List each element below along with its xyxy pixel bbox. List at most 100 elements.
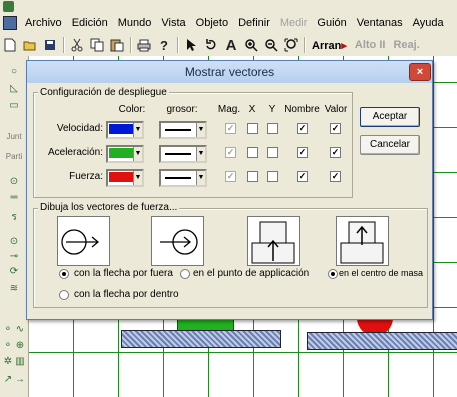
application-point-preview[interactable] bbox=[247, 216, 300, 266]
print-icon[interactable] bbox=[136, 37, 152, 53]
actuator-icon[interactable]: ≋ bbox=[4, 283, 24, 294]
gear-icon[interactable]: ✲ bbox=[2, 356, 14, 367]
blue-slab-body[interactable] bbox=[121, 330, 281, 348]
menu-vista[interactable]: Vista bbox=[156, 17, 190, 29]
zoom-out-icon[interactable] bbox=[263, 37, 279, 53]
tool-palette: ○ ◺ ▭ Junt Parti ⊙ ═ ร ⊙ ⊸ ⟳ ≋ ⚬ ∿ ⚬ ⊕ ✲… bbox=[0, 56, 29, 397]
polygon-tool-icon[interactable]: ◺ bbox=[4, 83, 24, 94]
pulley-icon[interactable]: ⚬ bbox=[2, 340, 14, 351]
cut-icon[interactable] bbox=[69, 37, 85, 53]
acceleration-value-checkbox[interactable]: ✓ bbox=[330, 147, 341, 158]
arrow-outside-preview[interactable] bbox=[57, 216, 110, 266]
gear-link-icon[interactable]: ⊕ bbox=[14, 340, 26, 351]
velocity-mag-checkbox: ✓ bbox=[225, 123, 236, 134]
menu-edicion[interactable]: Edición bbox=[67, 17, 113, 29]
menu-ayuda[interactable]: Ayuda bbox=[408, 17, 449, 29]
close-icon[interactable]: × bbox=[409, 63, 431, 81]
document-menu-icon[interactable] bbox=[3, 16, 17, 30]
acceleration-name-checkbox[interactable]: ✓ bbox=[297, 147, 308, 158]
arrow-outside-label: con la flecha por fuera bbox=[74, 268, 173, 279]
toolbar-separator bbox=[130, 37, 131, 53]
acceleration-x-checkbox[interactable] bbox=[247, 147, 258, 158]
menu-ventanas[interactable]: Ventanas bbox=[352, 17, 408, 29]
color-header: Color: bbox=[118, 104, 146, 115]
zoom-in-icon[interactable] bbox=[243, 37, 259, 53]
velocity-color-select[interactable]: ▼ bbox=[106, 121, 144, 139]
run-button[interactable]: Arran▸ bbox=[312, 39, 347, 52]
circle-tool-icon[interactable]: ○ bbox=[4, 66, 24, 77]
display-settings-label: Configuración de despliegue bbox=[38, 87, 169, 98]
motor-icon[interactable]: ⟳ bbox=[4, 266, 24, 277]
point-tool-icon[interactable]: ⊙ bbox=[4, 176, 24, 187]
center-of-mass-radio[interactable] bbox=[328, 269, 338, 279]
force-value-checkbox[interactable]: ✓ bbox=[330, 171, 341, 182]
app-icon bbox=[3, 1, 14, 12]
velocity-value-checkbox[interactable]: ✓ bbox=[330, 123, 341, 134]
arrow-inside-radio[interactable] bbox=[59, 290, 69, 300]
save-icon[interactable] bbox=[42, 37, 58, 53]
acceleration-color-swatch bbox=[109, 148, 134, 158]
arrow-tool-icon[interactable]: → bbox=[14, 374, 26, 385]
arrow-inside-preview[interactable] bbox=[151, 216, 204, 266]
rod-tool-icon[interactable]: ═ bbox=[4, 192, 24, 203]
arrow-inside-label: con la flecha por dentro bbox=[74, 289, 179, 300]
weight-header: grosor: bbox=[166, 104, 198, 115]
velocity-x-checkbox[interactable] bbox=[247, 123, 258, 134]
acceleration-y-checkbox[interactable] bbox=[267, 147, 278, 158]
accept-button[interactable]: Aceptar bbox=[360, 107, 420, 127]
paste-icon[interactable] bbox=[109, 37, 125, 53]
pointer-icon[interactable] bbox=[183, 37, 199, 53]
rotate-icon[interactable] bbox=[203, 37, 219, 53]
force-weight-select[interactable]: ▼ bbox=[159, 169, 207, 187]
force-vectors-label: Dibuja los vectores de fuerza... bbox=[38, 202, 180, 213]
application-point-icon bbox=[251, 221, 295, 264]
help-icon[interactable]: ? bbox=[156, 37, 172, 53]
toolbar-separator bbox=[63, 37, 64, 53]
damper-icon[interactable]: ∿ bbox=[14, 324, 26, 335]
force-y-checkbox[interactable] bbox=[267, 171, 278, 182]
acceleration-weight-select[interactable]: ▼ bbox=[159, 145, 207, 163]
velocity-name-checkbox[interactable]: ✓ bbox=[297, 123, 308, 134]
force-x-checkbox[interactable] bbox=[247, 171, 258, 182]
blue-ground-body[interactable] bbox=[307, 332, 457, 350]
velocity-weight-select[interactable]: ▼ bbox=[159, 121, 207, 139]
menu-objeto[interactable]: Objeto bbox=[191, 17, 233, 29]
rope-tool-icon[interactable]: ร bbox=[4, 210, 24, 225]
menu-guion[interactable]: Guión bbox=[312, 17, 351, 29]
force-name-checkbox[interactable]: ✓ bbox=[297, 171, 308, 182]
x-header: X bbox=[248, 104, 256, 115]
palette-label-join: Junt bbox=[6, 132, 22, 141]
svg-text:?: ? bbox=[160, 38, 168, 52]
velocity-y-checkbox[interactable] bbox=[267, 123, 278, 134]
velocity-label: Velocidad: bbox=[56, 123, 103, 134]
zoom-fit-icon[interactable] bbox=[283, 37, 299, 53]
meter-icon[interactable]: ▥ bbox=[14, 356, 26, 367]
arrow-outside-radio[interactable] bbox=[59, 269, 69, 279]
acceleration-mag-checkbox: ✓ bbox=[225, 147, 236, 158]
mag-header: Mag. bbox=[217, 104, 241, 115]
open-folder-icon[interactable] bbox=[22, 37, 38, 53]
rectangle-tool-icon[interactable]: ▭ bbox=[4, 100, 24, 111]
center-of-mass-icon bbox=[340, 221, 384, 264]
pin-joint-icon[interactable]: ⊙ bbox=[4, 236, 24, 247]
force-icon[interactable]: ↗ bbox=[2, 374, 14, 385]
menu-definir[interactable]: Definir bbox=[233, 17, 275, 29]
menubar: Archivo Edición Mundo Vista Objeto Defin… bbox=[0, 13, 457, 33]
menu-archivo[interactable]: Archivo bbox=[20, 17, 67, 29]
new-document-icon[interactable] bbox=[2, 37, 18, 53]
center-of-mass-preview[interactable] bbox=[336, 216, 389, 266]
spring-icon[interactable]: ⚬ bbox=[2, 324, 14, 335]
pause-icon: II bbox=[379, 39, 386, 51]
run-arrow-icon: ▸ bbox=[341, 39, 347, 52]
menu-mundo[interactable]: Mundo bbox=[113, 17, 157, 29]
application-point-radio[interactable] bbox=[180, 269, 190, 279]
toolbar-separator bbox=[304, 37, 305, 53]
acceleration-color-select[interactable]: ▼ bbox=[106, 145, 144, 163]
slot-joint-icon[interactable]: ⊸ bbox=[4, 251, 24, 262]
cancel-button[interactable]: Cancelar bbox=[360, 135, 420, 155]
copy-icon[interactable] bbox=[89, 37, 105, 53]
dialog-title: Mostrar vectores bbox=[27, 61, 432, 83]
text-icon[interactable]: A bbox=[223, 37, 239, 54]
arrow-outside-icon bbox=[61, 229, 100, 255]
force-color-select[interactable]: ▼ bbox=[106, 169, 144, 187]
